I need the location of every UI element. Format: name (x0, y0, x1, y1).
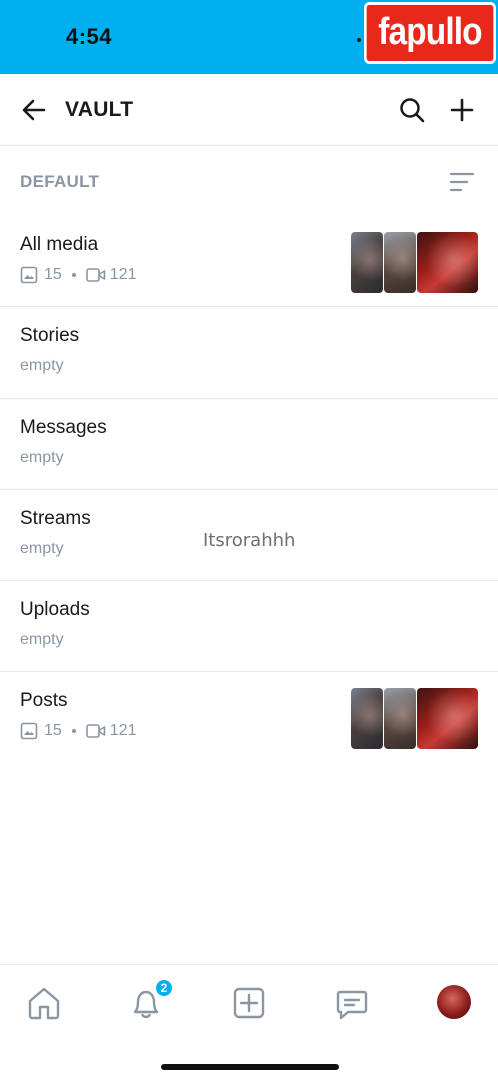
status-dot (357, 38, 361, 42)
watermark-logo: fapullo (364, 2, 496, 64)
nav-add-button[interactable] (229, 983, 269, 1023)
plus-icon (450, 98, 474, 122)
video-icon (85, 268, 106, 282)
home-indicator (161, 1064, 339, 1070)
thumbnail (384, 232, 416, 293)
list-item-title: Messages (20, 416, 107, 438)
add-button[interactable] (446, 94, 478, 126)
photo-count: 15 (44, 266, 62, 283)
search-button[interactable] (396, 94, 428, 126)
image-icon (20, 723, 38, 740)
nav-home-button[interactable] (24, 983, 64, 1023)
nav-messages-button[interactable] (332, 983, 372, 1023)
sort-icon (449, 172, 475, 192)
message-icon (336, 990, 368, 1020)
list-item-status: empty (20, 448, 64, 466)
thumbnail-stack (351, 688, 478, 750)
thumbnail (384, 688, 416, 750)
separator-dot (71, 273, 76, 277)
photo-count: 15 (44, 722, 62, 740)
list-item-stories[interactable]: Stories empty (0, 307, 498, 399)
vault-list: All media 15 121 Stories empty Messages (0, 216, 498, 764)
list-item-title: Posts (20, 690, 68, 712)
list-item-messages[interactable]: Messages empty (0, 399, 498, 490)
list-item-posts[interactable]: Posts 15 121 (0, 672, 498, 763)
video-count: 121 (109, 266, 137, 283)
list-item-title: Streams (20, 507, 91, 529)
thumbnail (417, 232, 478, 293)
plus-square-icon (233, 987, 265, 1019)
arrow-left-icon (22, 99, 46, 121)
list-item-title: Stories (20, 325, 80, 347)
thumbnail (351, 688, 383, 750)
list-item-status: empty (20, 357, 64, 375)
page-title: VAULT (65, 98, 134, 121)
bottom-nav: 2 (0, 964, 498, 1080)
section-header: DEFAULT (0, 146, 498, 216)
thumbnail (351, 232, 383, 293)
video-icon (85, 724, 106, 739)
avatar[interactable] (437, 985, 471, 1019)
list-item-status: empty (20, 539, 64, 557)
section-label: DEFAULT (20, 172, 100, 191)
thumbnail (417, 688, 478, 750)
video-count: 121 (109, 722, 137, 740)
list-item-uploads[interactable]: Uploads empty (0, 581, 498, 673)
notification-badge: 2 (154, 978, 174, 998)
status-time: 4:54 (66, 24, 113, 49)
back-button[interactable] (18, 94, 50, 126)
list-item-title: Uploads (20, 599, 90, 621)
thumbnail-stack (351, 232, 478, 293)
list-item-title: All media (20, 234, 99, 255)
image-icon (20, 266, 38, 284)
media-counts: 15 121 (20, 266, 137, 284)
media-counts: 15 121 (20, 722, 137, 740)
status-bar: 4:54 fapullo (0, 0, 498, 74)
list-item-all-media[interactable]: All media 15 121 (0, 216, 498, 308)
home-icon (28, 987, 60, 1020)
separator-dot (71, 729, 76, 734)
header: VAULT (0, 74, 498, 146)
search-icon (400, 98, 425, 123)
username-watermark: Itsrorahhh (203, 530, 296, 551)
sort-button[interactable] (446, 166, 478, 198)
list-item-status: empty (20, 631, 64, 649)
